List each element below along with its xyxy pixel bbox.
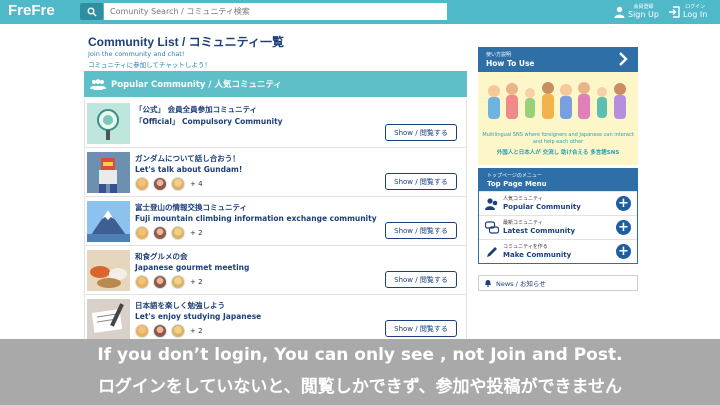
member-count-extra: + 2 <box>190 278 203 286</box>
chat-bubbles-icon <box>485 221 499 234</box>
login-icon <box>669 6 680 18</box>
menu-small-label: トップページのメニュー <box>487 173 542 179</box>
community-title-ja[interactable]: 「公式」 会員全員参加コミュニティ <box>135 104 257 115</box>
people-illustration <box>482 75 634 131</box>
search-button[interactable] <box>80 3 103 20</box>
community-title-ja[interactable]: 富士登山の情報交換コミュニティ <box>135 202 247 213</box>
plus-icon[interactable]: + <box>616 196 631 211</box>
community-title-en[interactable]: Let's talk about Gundam! <box>135 165 242 174</box>
search-input[interactable] <box>104 3 447 20</box>
community-thumbnail <box>87 250 130 291</box>
community-thumbnail <box>87 201 130 242</box>
list-item: ガンダムについて話し合おう！ Let's talk about Gundam! … <box>85 148 466 197</box>
avatar[interactable] <box>153 324 167 338</box>
avatar[interactable] <box>171 177 185 191</box>
avatar[interactable] <box>135 324 149 338</box>
avatar[interactable] <box>171 324 185 338</box>
menu-item-small-label: 最新コミュニティ <box>503 220 543 226</box>
news-link[interactable]: News / お知らせ <box>478 275 638 291</box>
people-icon <box>90 78 106 90</box>
popular-community-header: Popular Community / 人気コミュニティ <box>84 71 467 97</box>
signup-label: Sign Up <box>628 10 659 19</box>
avatar[interactable] <box>153 177 167 191</box>
avatar[interactable] <box>153 275 167 289</box>
how-to-use-caption: Multilingual SNS where foreigners and Ja… <box>482 132 634 145</box>
community-title-en[interactable]: 「Official」 Compulsory Community <box>135 116 283 127</box>
banner-line-en: If you don’t login, You can only see , n… <box>97 345 623 365</box>
page-subtitle-ja: コミュニティに参加してチャットしよう！ <box>88 61 211 69</box>
signup-link[interactable]: 会員登録 Sign Up <box>614 3 659 21</box>
chevron-right-icon <box>619 52 628 66</box>
how-to-use-caption-ja: 外国人と日本人が 交流し 助け合える 多言語SNS <box>496 150 620 156</box>
how-to-use-panel[interactable]: 使い方説明 How To Use Multilingual SNS where … <box>478 47 638 165</box>
menu-label: Top Page Menu <box>487 180 547 188</box>
menu-item-latest-community[interactable]: 最新コミュニティ Latest Community + <box>479 215 637 239</box>
community-list: 「公式」 会員全員参加コミュニティ 「Official」 Compulsory … <box>84 99 467 339</box>
menu-item-label: Latest Community <box>503 227 576 235</box>
pen-icon <box>487 247 497 257</box>
show-button[interactable]: Show / 閲覧する <box>385 173 457 190</box>
avatar[interactable] <box>135 275 149 289</box>
news-label: News / お知らせ <box>496 280 546 288</box>
member-avatars: + 4 <box>135 177 203 191</box>
menu-item-label: Make Community <box>503 251 572 259</box>
community-title-ja[interactable]: ガンダムについて話し合おう！ <box>135 153 240 164</box>
how-to-use-header[interactable]: 使い方説明 How To Use <box>478 47 638 72</box>
community-title-en[interactable]: Let's enjoy studying Japanese <box>135 312 261 321</box>
menu-item-small-label: コミュニティを作る <box>503 244 548 250</box>
show-button[interactable]: Show / 閲覧する <box>385 271 457 288</box>
menu-item-label: Popular Community <box>503 203 581 211</box>
menu-item-popular-community[interactable]: 人気コミュニティ Popular Community + <box>479 191 637 215</box>
list-item: 富士登山の情報交換コミュニティ Fuji mountain climbing i… <box>85 197 466 246</box>
list-item: 「公式」 会員全員参加コミュニティ 「Official」 Compulsory … <box>85 99 466 148</box>
community-thumbnail <box>87 299 130 339</box>
community-thumbnail <box>87 152 130 193</box>
show-button[interactable]: Show / 閲覧する <box>385 320 457 337</box>
how-to-use-label: How To Use <box>486 59 535 68</box>
top-bar: FreFre 会員登録 Sign Up ログイン Log In <box>0 0 720 24</box>
menu-item-small-label: 人気コミュニティ <box>503 196 543 202</box>
show-button[interactable]: Show / 閲覧する <box>385 222 457 239</box>
login-notice-banner: If you don’t login, You can only see , n… <box>0 339 720 405</box>
member-avatars: + 2 <box>135 324 203 338</box>
bell-icon <box>485 280 491 287</box>
list-item: 日本語を楽しく勉強しよう Let's enjoy studying Japane… <box>85 295 466 339</box>
plus-icon[interactable]: + <box>616 244 631 259</box>
community-thumbnail <box>87 103 130 144</box>
member-avatars: + 2 <box>135 275 203 289</box>
list-item: 和食グルメの会 Japanese gourmet meeting + 2 Sho… <box>85 246 466 295</box>
page-subtitle-en: Join the community and chat! <box>88 50 185 58</box>
user-icon <box>614 6 625 18</box>
avatar[interactable] <box>153 226 167 240</box>
community-title-ja[interactable]: 日本語を楽しく勉強しよう <box>135 300 225 311</box>
logo[interactable]: FreFre <box>8 2 55 19</box>
member-count-extra: + 2 <box>190 229 203 237</box>
people-icon <box>485 198 498 210</box>
menu-item-make-community[interactable]: コミュニティを作る Make Community + <box>479 239 637 263</box>
avatar[interactable] <box>171 275 185 289</box>
member-count-extra: + 2 <box>190 327 203 335</box>
avatar[interactable] <box>135 177 149 191</box>
top-page-menu-header: トップページのメニュー Top Page Menu <box>479 169 637 191</box>
avatar[interactable] <box>171 226 185 240</box>
community-title-ja[interactable]: 和食グルメの会 <box>135 251 188 262</box>
show-button[interactable]: Show / 閲覧する <box>385 124 457 141</box>
plus-icon[interactable]: + <box>616 220 631 235</box>
avatar[interactable] <box>135 226 149 240</box>
top-page-menu: トップページのメニュー Top Page Menu 人気コミュニティ Popul… <box>478 168 638 264</box>
community-title-en[interactable]: Fuji mountain climbing information excha… <box>135 214 377 223</box>
popular-community-label: Popular Community / 人気コミュニティ <box>111 80 282 90</box>
login-link[interactable]: ログイン Log In <box>668 3 707 21</box>
page-title: Community List / コミュニティ一覧 <box>88 35 284 49</box>
banner-line-ja: ログインをしていないと、閲覧しかできず、参加や投稿ができません <box>97 377 623 397</box>
search-icon <box>87 7 97 17</box>
community-title-en[interactable]: Japanese gourmet meeting <box>135 263 249 272</box>
how-to-use-small-label: 使い方説明 <box>486 52 512 58</box>
member-count-extra: + 4 <box>190 180 203 188</box>
member-avatars: + 2 <box>135 226 203 240</box>
login-label: Log In <box>683 10 708 19</box>
